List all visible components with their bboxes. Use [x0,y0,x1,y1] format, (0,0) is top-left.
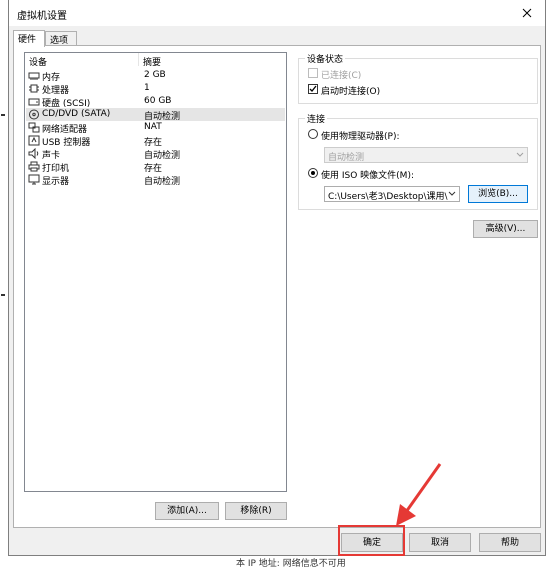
remove-device-button[interactable]: 移除(R) [225,502,287,520]
device-row-display[interactable]: 显示器 自动检测 [26,173,285,187]
iso-image-label: 使用 ISO 映像文件(M): [321,171,414,181]
column-header-device[interactable]: 设备 [29,55,47,68]
device-summary: 60 GB [144,96,172,106]
device-row-printer[interactable]: 打印机 存在 [26,160,285,174]
hard-disk-icon [28,98,40,106]
device-row-memory[interactable]: 内存 2 GB [26,69,285,83]
connect-on-power-checkbox[interactable] [308,84,318,94]
connect-on-power-label: 启动时连接(O) [321,87,381,97]
dialog-body: 硬件 选项 设备 摘要 内存 2 GB 处理器 1 硬盘 (SCSI) 60 G… [9,26,545,555]
add-device-button[interactable]: 添加(A)... [155,502,219,520]
device-row-network-adapter[interactable]: 网络适配器 NAT [26,121,285,135]
cancel-button[interactable]: 取消 [409,533,471,552]
close-icon [522,8,532,18]
background-marker [1,294,5,296]
device-row-hard-disk[interactable]: 硬盘 (SCSI) 60 GB [26,95,285,109]
device-row-usb-controller[interactable]: USB 控制器 存在 [26,134,285,148]
hardware-panel: 设备 摘要 内存 2 GB 处理器 1 硬盘 (SCSI) 60 GB CD/D… [13,45,541,528]
browse-button[interactable]: 浏览(B)... [468,185,528,203]
cpu-icon [29,84,39,93]
chevron-down-icon [516,152,524,157]
usb-icon [28,135,40,146]
device-summary: NAT [144,122,162,132]
device-row-sound-card[interactable]: 声卡 自动检测 [26,147,285,161]
display-icon [28,174,40,185]
memory-icon [28,72,40,80]
vm-settings-dialog: 虚拟机设置 硬件 选项 设备 摘要 内存 2 GB 处理器 1 硬盘 (SCSI… [8,0,546,556]
connected-label: 已连接(C) [321,71,362,81]
device-summary: 2 GB [144,70,166,80]
device-list[interactable]: 设备 摘要 内存 2 GB 处理器 1 硬盘 (SCSI) 60 GB CD/D… [24,52,287,492]
background-marker [1,114,5,116]
device-row-cd-dvd[interactable]: CD/DVD (SATA) 自动检测 [26,108,285,122]
list-header: 设备 摘要 [25,53,286,68]
device-status-title: 设备状态 [305,52,346,65]
network-adapter-icon [28,122,40,133]
checkmark-icon [309,85,317,92]
physical-drive-radio[interactable] [308,129,318,139]
tab-options[interactable]: 选项 [45,31,77,46]
connection-title: 连接 [305,112,328,125]
tab-hardware[interactable]: 硬件 [13,30,45,47]
iso-image-radio[interactable] [308,168,318,178]
device-summary: 自动检测 [144,177,181,187]
cd-dvd-icon [29,109,39,120]
device-summary: 1 [144,83,150,93]
iso-path-combobox[interactable]: C:\Users\老3\Desktop\课用\ [324,186,460,202]
close-button[interactable] [509,0,545,26]
device-name: CD/DVD (SATA) [42,109,111,119]
window-title: 虚拟机设置 [17,11,67,22]
physical-drive-value: 自动检测 [328,153,365,163]
printer-icon [28,161,40,172]
iso-path-value: C:\Users\老3\Desktop\课用\ [328,192,448,202]
help-button[interactable]: 帮助 [479,533,541,552]
column-header-summary[interactable]: 摘要 [143,55,161,68]
physical-drive-label: 使用物理驱动器(P): [321,132,400,142]
device-row-processor[interactable]: 处理器 1 [26,82,285,96]
connection-group: 连接 使用物理驱动器(P): 自动检测 使用 ISO 映像文件(M): C:\U… [298,112,538,210]
chevron-down-icon [448,191,456,196]
title-bar: 虚拟机设置 [9,0,545,26]
background-status-text: 本 IP 地址: 网络信息不可用 [236,559,346,569]
background-window-strip [0,0,8,562]
connected-checkbox[interactable] [308,68,318,78]
device-status-group: 设备状态 已连接(C) 启动时连接(O) [298,52,538,104]
column-divider[interactable] [138,53,139,66]
physical-drive-select[interactable]: 自动检测 [324,147,528,163]
ok-button[interactable]: 确定 [341,533,403,552]
sound-card-icon [28,148,39,159]
tab-label: 硬件 [18,35,37,45]
device-name: 显示器 [42,177,70,187]
advanced-button[interactable]: 高级(V)... [473,220,538,238]
